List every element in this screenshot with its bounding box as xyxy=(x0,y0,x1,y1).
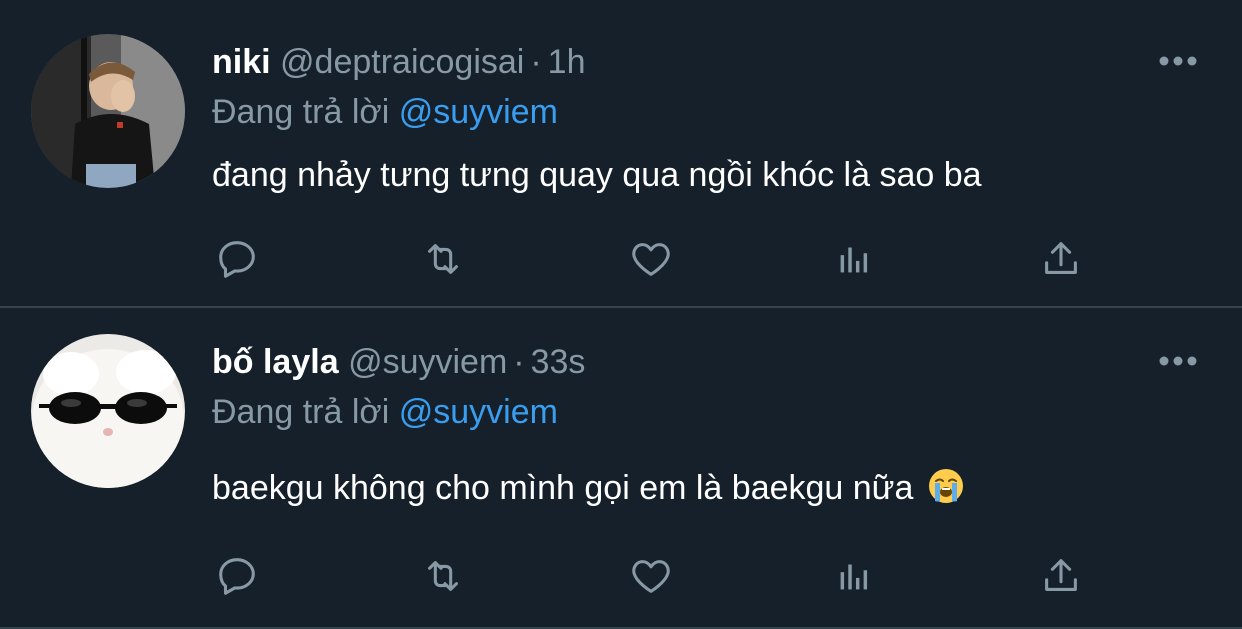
loudly-crying-face-emoji xyxy=(927,467,965,505)
tweet-actions xyxy=(0,234,1242,284)
share-button[interactable] xyxy=(1036,234,1086,284)
share-icon xyxy=(1045,559,1077,591)
reply-icon xyxy=(219,558,255,595)
analytics-button[interactable] xyxy=(830,234,880,284)
tweet-text: baekgu không cho mình gọi em là baekgu n… xyxy=(212,469,914,507)
retweet-button[interactable] xyxy=(418,234,468,284)
user-handle[interactable]: @deptraicogisai xyxy=(280,43,524,81)
replying-mention-link[interactable]: @suyviem xyxy=(399,93,558,131)
reply-button[interactable] xyxy=(212,234,262,284)
replying-to-line: Đang trả lời @suyviem xyxy=(212,392,558,432)
tweet-header: bố layla @suyviem · 33s xyxy=(212,342,585,382)
analytics-icon xyxy=(840,247,868,273)
like-heart-icon xyxy=(632,560,670,593)
separator-dot: · xyxy=(513,343,525,381)
analytics-button[interactable] xyxy=(830,551,880,601)
avatar[interactable] xyxy=(31,34,185,188)
like-button[interactable] xyxy=(626,551,676,601)
share-icon xyxy=(1045,242,1077,274)
retweet-icon xyxy=(428,244,458,274)
timestamp[interactable]: 1h xyxy=(548,43,586,81)
analytics-icon xyxy=(840,564,868,590)
like-heart-icon xyxy=(632,243,670,276)
replying-mention-link[interactable]: @suyviem xyxy=(399,393,558,431)
tweet[interactable]: bố layla @suyviem · 33s Đang trả lời @suyv… xyxy=(0,310,1242,629)
user-handle[interactable]: @suyviem xyxy=(348,343,507,381)
tweet-actions xyxy=(0,551,1242,601)
tweet-text: đang nhảy tưng tưng quay qua ngồi khóc l… xyxy=(212,156,982,194)
retweet-button[interactable] xyxy=(418,551,468,601)
replying-prefix: Đang trả lời xyxy=(212,93,390,131)
display-name[interactable]: niki xyxy=(212,43,271,81)
tweet-header: niki @deptraicogisai · 1h xyxy=(212,42,586,82)
share-button[interactable] xyxy=(1036,551,1086,601)
reply-icon xyxy=(219,241,255,278)
tweet-text-line: baekgu không cho mình gọi em là baekgu n… xyxy=(212,467,965,508)
avatar[interactable] xyxy=(31,334,185,488)
separator-dot: · xyxy=(530,43,542,81)
replying-to-line: Đang trả lời @suyviem xyxy=(212,92,558,132)
timestamp[interactable]: 33s xyxy=(531,343,586,381)
more-horizontal-icon[interactable] xyxy=(1158,353,1198,369)
replying-prefix: Đang trả lời xyxy=(212,393,390,431)
display-name[interactable]: bố layla xyxy=(212,343,339,381)
more-horizontal-icon[interactable] xyxy=(1158,53,1198,69)
tweet[interactable]: niki @deptraicogisai · 1h Đang trả lời @su… xyxy=(0,0,1242,308)
like-button[interactable] xyxy=(626,234,676,284)
reply-button[interactable] xyxy=(212,551,262,601)
retweet-icon xyxy=(428,561,458,591)
